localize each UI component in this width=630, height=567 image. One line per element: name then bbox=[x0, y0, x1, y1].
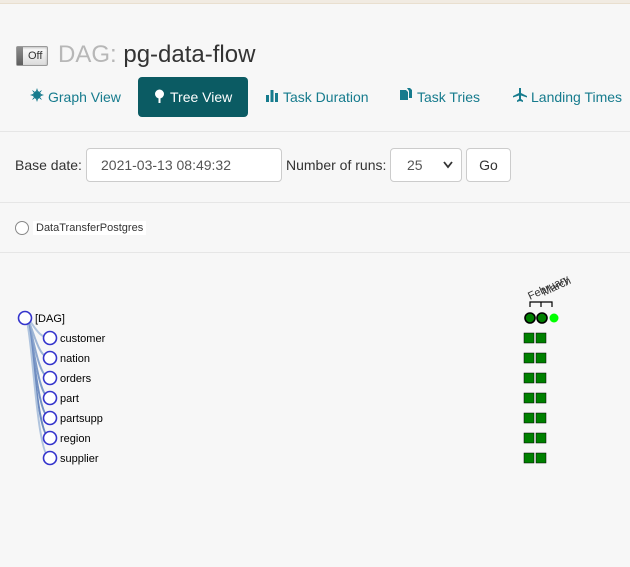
base-date-label: Base date: bbox=[15, 157, 82, 173]
dag-node-circle bbox=[17, 310, 33, 326]
number-of-runs-select[interactable]: 25 bbox=[390, 148, 462, 182]
toggle-knob bbox=[17, 47, 23, 65]
task-row[interactable]: region bbox=[42, 430, 547, 446]
task-instance-square[interactable] bbox=[535, 452, 547, 464]
dag-runs bbox=[524, 312, 559, 324]
task-label: customer bbox=[60, 333, 106, 345]
base-date-input[interactable]: 2021-03-13 08:49:32 bbox=[86, 148, 282, 182]
task-node-circle[interactable] bbox=[42, 390, 58, 406]
tab-graph-view[interactable]: Graph View bbox=[30, 77, 121, 116]
task-label: partsupp bbox=[60, 413, 103, 425]
go-button[interactable]: Go bbox=[466, 148, 511, 182]
title-prefix: DAG: bbox=[58, 41, 117, 68]
task-label: part bbox=[60, 393, 79, 405]
tab-label: Tree View bbox=[170, 89, 233, 105]
task-row[interactable]: customer bbox=[42, 330, 547, 346]
task-instance-square[interactable] bbox=[535, 372, 547, 384]
task-instance-square[interactable] bbox=[535, 332, 547, 344]
operator-legend-circle bbox=[15, 220, 29, 235]
tab-task-duration[interactable]: Task Duration bbox=[265, 77, 369, 116]
task-row[interactable]: orders bbox=[42, 370, 547, 386]
number-of-runs-label: Number of runs: bbox=[286, 157, 387, 173]
divider bbox=[0, 131, 630, 132]
files-icon bbox=[399, 88, 413, 105]
bar-chart-icon bbox=[265, 89, 279, 105]
top-border bbox=[0, 0, 630, 4]
tab-task-tries[interactable]: Task Tries bbox=[399, 77, 480, 116]
dag-root-label: [DAG] bbox=[35, 313, 65, 325]
task-instance-square[interactable] bbox=[523, 432, 535, 444]
task-label: region bbox=[60, 433, 91, 445]
task-label: nation bbox=[60, 353, 90, 365]
dag-pause-toggle[interactable]: Off bbox=[16, 46, 48, 66]
number-of-runs-value: 25 bbox=[407, 157, 423, 173]
task-row[interactable]: supplier bbox=[42, 450, 547, 466]
page-title: DAG: pg-data-flow bbox=[58, 40, 255, 70]
task-instance-square[interactable] bbox=[523, 352, 535, 364]
task-instance-square[interactable] bbox=[523, 392, 535, 404]
task-instance-square[interactable] bbox=[523, 372, 535, 384]
task-node-circle[interactable] bbox=[42, 450, 58, 466]
task-label: orders bbox=[60, 373, 92, 385]
dag-run-circle[interactable] bbox=[524, 312, 536, 324]
tab-label: Task Duration bbox=[283, 88, 369, 105]
tree-icon bbox=[153, 89, 166, 106]
tab-label: Landing Times bbox=[531, 88, 623, 105]
tab-label: Graph View bbox=[48, 88, 121, 105]
dag-run-circle[interactable] bbox=[536, 312, 548, 324]
task-node-circle[interactable] bbox=[42, 430, 58, 446]
tab-label: Task Tries bbox=[417, 88, 481, 105]
task-node-circle[interactable] bbox=[42, 410, 58, 426]
dag-id: pg-data-flow bbox=[123, 41, 256, 68]
chevron-down-icon bbox=[443, 149, 453, 195]
tab-landing-times[interactable]: Landing Times bbox=[513, 77, 622, 116]
divider bbox=[0, 252, 630, 253]
task-row[interactable]: nation bbox=[42, 350, 547, 366]
run-headers: February March bbox=[526, 273, 573, 307]
task-node-circle[interactable] bbox=[42, 370, 58, 386]
task-instance-square[interactable] bbox=[535, 432, 547, 444]
tree-view-canvas: [DAG] customer nation orders part partsupp re… bbox=[17, 273, 573, 466]
task-node-circle[interactable] bbox=[42, 350, 58, 366]
divider bbox=[0, 202, 630, 203]
tree-root-node[interactable]: [DAG] bbox=[17, 310, 65, 326]
plane-icon bbox=[513, 88, 527, 105]
task-instance-square[interactable] bbox=[535, 392, 547, 404]
task-label: supplier bbox=[60, 453, 99, 465]
operator-legend-label: DataTransferPostgres bbox=[33, 220, 147, 235]
task-instance-square[interactable] bbox=[523, 332, 535, 344]
task-node-circle[interactable] bbox=[42, 330, 58, 346]
sun-icon bbox=[30, 88, 44, 105]
tab-tree-view[interactable]: Tree View bbox=[138, 77, 248, 117]
dag-run-circle-running[interactable] bbox=[549, 313, 559, 323]
task-instance-square[interactable] bbox=[523, 452, 535, 464]
task-row[interactable]: partsupp bbox=[42, 410, 547, 426]
task-instance-square[interactable] bbox=[523, 412, 535, 424]
operator-legend: DataTransferPostgres bbox=[15, 219, 147, 236]
task-instance-square[interactable] bbox=[535, 412, 547, 424]
toggle-label: Off bbox=[28, 50, 43, 62]
task-instance-square[interactable] bbox=[535, 352, 547, 364]
task-row[interactable]: part bbox=[42, 390, 547, 406]
